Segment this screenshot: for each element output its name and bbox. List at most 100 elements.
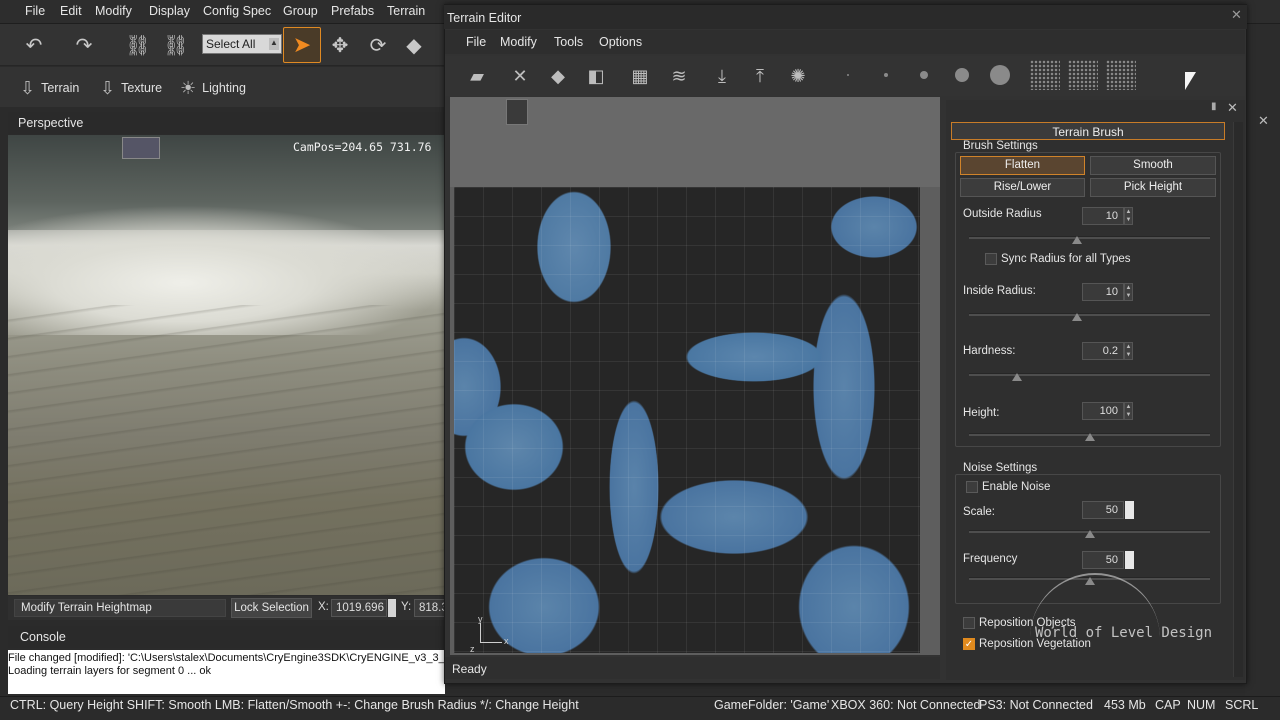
y-coordinate-field[interactable]: 818.3 [414, 599, 445, 617]
import-icon[interactable]: ⤓ [707, 62, 737, 90]
menu-display[interactable]: Display [149, 4, 190, 18]
caps-lock-status: CAP [1155, 698, 1181, 712]
lock-selection-button[interactable]: Lock Selection [231, 598, 312, 618]
brush-size-2-icon[interactable] [884, 73, 888, 77]
inside-radius-slider[interactable] [969, 313, 1210, 316]
height-input[interactable]: 100 [1082, 402, 1124, 420]
scroll-lock-status: SCRL [1225, 698, 1259, 712]
terrain-brush-tab[interactable]: Terrain Brush [951, 122, 1225, 140]
viewport-title[interactable]: Perspective [18, 116, 83, 130]
menu-prefabs[interactable]: Prefabs [331, 4, 374, 18]
sun-icon[interactable]: ✺ [783, 62, 813, 90]
grid-medium-icon[interactable] [1068, 60, 1098, 90]
camera-marker-icon[interactable] [506, 99, 528, 125]
unlink-icon[interactable]: ⛓ [162, 31, 190, 59]
export-icon[interactable]: ⤒ [745, 62, 775, 90]
x-spinner[interactable] [388, 599, 396, 617]
pin-icon[interactable]: ▮ [1211, 101, 1217, 112]
frequency-input[interactable]: 50 [1082, 551, 1124, 569]
move-icon[interactable]: ✥ [326, 31, 354, 59]
texture-noise-icon[interactable]: ▦ [625, 62, 655, 90]
lighting-button[interactable]: ☀ Lighting [180, 76, 246, 100]
inside-radius-slider-thumb[interactable] [1072, 313, 1083, 321]
reposition-objects-checkbox[interactable] [963, 617, 975, 629]
menu-terrain[interactable]: Terrain [387, 4, 425, 18]
watermark-logo: World of Level Design [1035, 625, 1213, 641]
terrain-editor-titlebar[interactable] [444, 5, 1247, 29]
heightmap-view[interactable] [454, 187, 920, 653]
rise-lower-button[interactable]: Rise/Lower [960, 178, 1085, 197]
x-coordinate-field[interactable]: 1019.696 [331, 599, 387, 617]
te-menu-file[interactable]: File [466, 35, 486, 49]
scale-spinner[interactable] [1125, 501, 1134, 519]
eraser-icon[interactable]: ◆ [543, 62, 573, 90]
spinner-arrows-icon[interactable]: ▲ ▼ [1124, 283, 1133, 301]
grid-large-icon[interactable] [1106, 60, 1136, 90]
menu-config-spec[interactable]: Config Spec [203, 4, 271, 18]
contrast-icon[interactable]: ◧ [581, 62, 611, 90]
hardness-input[interactable]: 0.2 [1082, 342, 1124, 360]
brush-size-5-icon[interactable] [990, 65, 1010, 85]
select-all-dropdown[interactable]: Select All ▲ [202, 34, 282, 54]
hardness-slider-thumb[interactable] [1012, 373, 1023, 381]
terrain-editor-title: Terrain Editor [447, 11, 522, 25]
brush-size-1-icon[interactable] [847, 74, 849, 76]
brush-size-4-icon[interactable] [955, 68, 969, 82]
hardness-slider[interactable] [969, 373, 1210, 376]
menu-modify[interactable]: Modify [95, 4, 132, 18]
console-output[interactable]: File changed [modified]: 'C:\Users\stale… [8, 650, 445, 694]
te-menu-modify[interactable]: Modify [500, 35, 537, 49]
select-all-label: Select All [206, 37, 256, 51]
lighting-label: Lighting [202, 81, 246, 95]
reposition-vegetation-checkbox[interactable]: ✓ [963, 638, 975, 650]
close-icon[interactable]: ✕ [1231, 7, 1242, 23]
height-slider-thumb[interactable] [1084, 433, 1095, 441]
scale-icon[interactable]: ◆ [400, 31, 428, 59]
noise-settings-title: Noise Settings [961, 462, 1040, 474]
frequency-spinner[interactable] [1125, 551, 1134, 569]
menu-edit[interactable]: Edit [60, 4, 82, 18]
brush-panel-scrollbar[interactable] [1233, 122, 1243, 677]
outside-radius-slider-thumb[interactable] [1072, 236, 1083, 244]
inside-radius-input[interactable]: 10 [1082, 283, 1124, 301]
undo-icon[interactable]: ↶ [20, 31, 48, 59]
spinner-arrows-icon[interactable]: ▲ ▼ [1124, 342, 1133, 360]
menu-group[interactable]: Group [283, 4, 318, 18]
redo-icon[interactable]: ↷ [70, 31, 98, 59]
link-icon[interactable]: ⛓ [124, 31, 152, 59]
scale-input[interactable]: 50 [1082, 501, 1124, 519]
pick-height-button[interactable]: Pick Height [1090, 178, 1216, 197]
rotate-icon[interactable]: ⟳ [364, 31, 392, 59]
outside-radius-label: Outside Radius [963, 208, 1042, 220]
select-cursor-icon[interactable]: ➤ [283, 27, 321, 63]
terrain-editor-status-bar [445, 657, 940, 679]
flatten-button[interactable]: Flatten [960, 156, 1085, 175]
terrain-label: Terrain [41, 81, 80, 95]
spinner-arrows-icon[interactable]: ▲ ▼ [1124, 402, 1133, 420]
axis-y-line [480, 623, 481, 643]
outside-radius-slider[interactable] [969, 236, 1210, 239]
te-menu-tools[interactable]: Tools [554, 35, 583, 49]
panel-close-icon[interactable]: ✕ [1227, 100, 1238, 116]
close-icon[interactable]: ✕ [1258, 113, 1269, 129]
te-menu-options[interactable]: Options [599, 35, 642, 49]
water-level-icon[interactable]: ≋ [664, 62, 694, 90]
brush-size-3-icon[interactable] [920, 71, 928, 79]
scale-slider-thumb[interactable] [1084, 530, 1095, 538]
grid-small-icon[interactable] [1030, 60, 1060, 90]
outside-radius-input[interactable]: 10 [1082, 207, 1124, 225]
console-title[interactable]: Console [20, 630, 66, 644]
texture-button[interactable]: ⇩ Texture [100, 76, 162, 100]
enable-noise-checkbox[interactable] [966, 481, 978, 493]
terrain-button[interactable]: ⇩ Terrain [20, 76, 79, 100]
perspective-viewport[interactable] [8, 135, 445, 595]
open-folder-icon[interactable]: ▰ [462, 62, 492, 90]
terrain-editor-status: Ready [452, 662, 487, 676]
delete-icon[interactable]: ✕ [505, 62, 535, 90]
menu-file[interactable]: File [25, 4, 45, 18]
brush-settings-title: Brush Settings [961, 140, 1040, 152]
sync-radius-checkbox[interactable] [985, 253, 997, 265]
smooth-button[interactable]: Smooth [1090, 156, 1216, 175]
spinner-arrows-icon[interactable]: ▲ ▼ [1124, 207, 1133, 225]
num-lock-status: NUM [1187, 698, 1216, 712]
